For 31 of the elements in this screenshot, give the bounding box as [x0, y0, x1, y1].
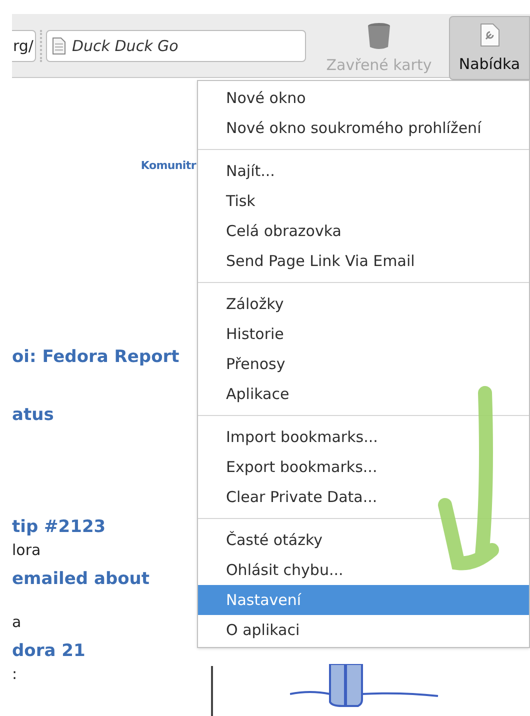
menu-item[interactable]: Aplikace [198, 379, 529, 409]
menu-item[interactable]: Clear Private Data... [198, 482, 529, 512]
menu-item[interactable]: Historie [198, 319, 529, 349]
menu-item[interactable]: Send Page Link Via Email [198, 246, 529, 276]
menu-item[interactable]: Záložky [198, 289, 529, 319]
menu-item[interactable]: Najít... [198, 156, 529, 186]
article-link[interactable]: dora 21 [12, 632, 196, 662]
menu-item[interactable]: Tisk [198, 186, 529, 216]
page-icon [52, 37, 66, 55]
menu-item[interactable]: Přenosy [198, 349, 529, 379]
article-text: : [12, 664, 18, 684]
article-link[interactable]: emailed about [12, 560, 196, 590]
menu-item[interactable]: Celá obrazovka [198, 216, 529, 246]
menu-item[interactable]: O aplikaci [198, 615, 529, 645]
menu-item[interactable]: Ohlásit chybu... [198, 555, 529, 585]
article-text: lora [12, 540, 42, 560]
page-wrench-icon [480, 23, 500, 47]
trash-icon [366, 22, 392, 50]
url-field[interactable]: rg/ [12, 30, 36, 62]
menu-item[interactable]: Nové okno [198, 83, 529, 113]
article-link[interactable]: tip #2123 [12, 426, 196, 538]
menu-item[interactable]: Export bookmarks... [198, 452, 529, 482]
menu-item[interactable]: Import bookmarks... [198, 422, 529, 452]
menu-button[interactable]: Nabídka [449, 16, 530, 80]
menu-item[interactable]: Nové okno soukromého prohlížení [198, 113, 529, 143]
article-text: a [12, 612, 22, 632]
article-link[interactable]: oi: Fedora Report [12, 174, 196, 368]
nav-link[interactable]: Komunitr [140, 78, 196, 174]
search-field[interactable]: Duck Duck Go [46, 30, 306, 62]
article-link[interactable]: atus [12, 368, 196, 426]
menu-item[interactable]: Časté otázky [198, 525, 529, 555]
